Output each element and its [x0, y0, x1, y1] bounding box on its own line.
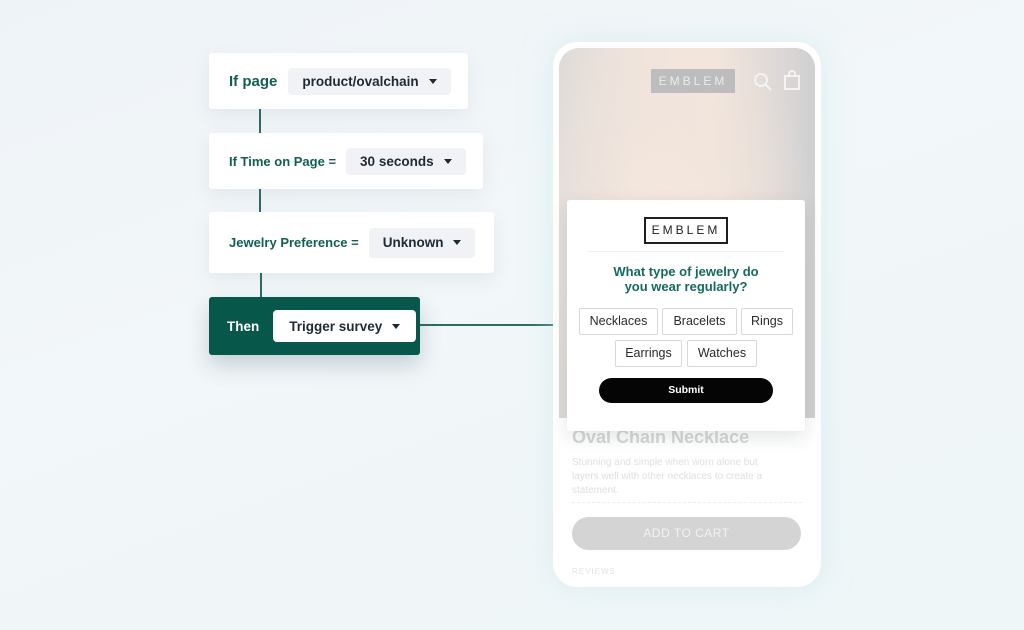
- caret-down-icon: [453, 240, 462, 245]
- condition-label: If page: [229, 72, 278, 90]
- product-description: Stunning and simple when worn alone but …: [572, 457, 763, 496]
- survey-question: What type of jewelry do you wear regular…: [567, 264, 805, 294]
- canvas: If page product/ovalchain If Time on Pag…: [0, 0, 1024, 630]
- caret-down-icon: [443, 158, 452, 164]
- action-label: Then: [227, 318, 260, 334]
- brand-logo: EMBLEM: [651, 69, 735, 93]
- dropdown-value: 30 seconds: [360, 153, 434, 169]
- condition-label: Jewelry Preference =: [229, 235, 359, 250]
- question-line: you wear regularly?: [624, 279, 748, 294]
- question-line: What type of jewelry do: [613, 264, 759, 279]
- connector-line: [260, 273, 262, 297]
- jewelry-preference-dropdown[interactable]: Unknown: [368, 227, 476, 258]
- option-bracelets[interactable]: Bracelets: [662, 308, 737, 335]
- connector-line: [420, 324, 568, 326]
- dropdown-value: Unknown: [382, 235, 444, 250]
- option-earrings[interactable]: Earrings: [615, 340, 682, 367]
- option-watches[interactable]: Watches: [687, 340, 757, 367]
- option-rings[interactable]: Rings: [741, 308, 793, 335]
- search-icon[interactable]: [753, 72, 773, 97]
- condition-label: If Time on Page =: [229, 153, 337, 169]
- action-card: Then Trigger survey: [209, 297, 420, 355]
- connector-line: [259, 189, 261, 212]
- condition-card-time-on-page: If Time on Page = 30 seconds: [209, 133, 483, 189]
- add-to-cart-button[interactable]: ADD TO CART: [572, 517, 801, 550]
- caret-down-icon: [428, 78, 437, 84]
- page-dropdown[interactable]: product/ovalchain: [288, 67, 451, 95]
- action-dropdown[interactable]: Trigger survey: [273, 310, 417, 342]
- time-on-page-dropdown[interactable]: 30 seconds: [346, 147, 466, 175]
- option-necklaces[interactable]: Necklaces: [579, 308, 658, 335]
- condition-card-page: If page product/ovalchain: [209, 53, 468, 109]
- shopping-bag-icon[interactable]: [783, 70, 801, 95]
- divider: [572, 502, 802, 503]
- condition-card-jewelry-preference: Jewelry Preference = Unknown: [209, 212, 494, 273]
- reviews-label: REVIEWS: [572, 567, 616, 576]
- dropdown-value: product/ovalchain: [302, 73, 419, 89]
- caret-down-icon: [392, 323, 401, 329]
- submit-button[interactable]: Submit: [599, 378, 773, 403]
- connector-line: [259, 109, 261, 133]
- divider: [587, 251, 785, 252]
- survey-popup: EMBLEM What type of jewelry do you wear …: [567, 200, 805, 431]
- dropdown-value: Trigger survey: [289, 318, 383, 334]
- survey-brand-logo: EMBLEM: [644, 217, 728, 244]
